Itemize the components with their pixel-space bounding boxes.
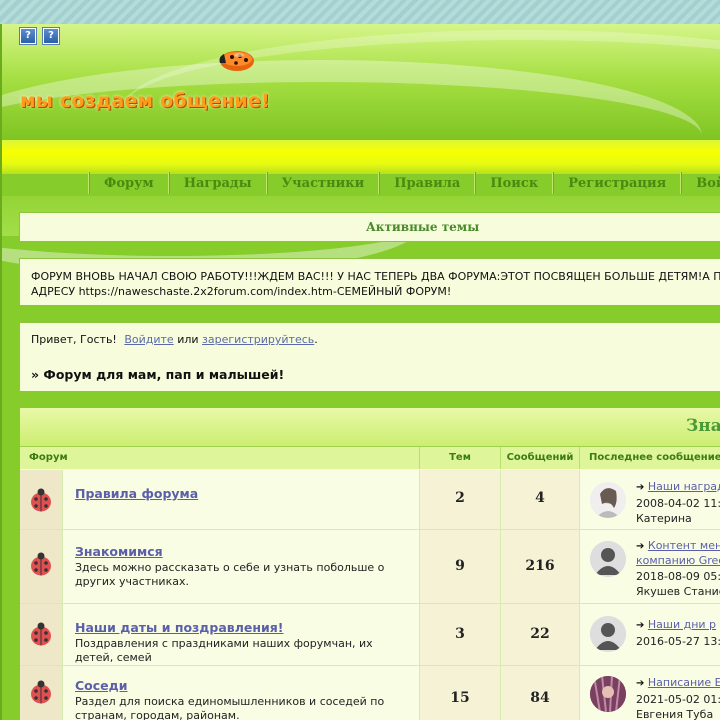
last-post-user[interactable]: Катерина (636, 512, 692, 525)
topics-count: 2 (455, 490, 465, 506)
topics-count-cell: 3 (420, 604, 501, 665)
ladybug-forum-icon (31, 488, 51, 512)
greeting-or-text: или (177, 333, 199, 346)
last-post-link[interactable]: ➔ Контент мен компанию Gree (636, 539, 720, 568)
last-post-cell: ➔ Написание Е 2021-05-02 01: Евгения Туб… (580, 666, 720, 720)
posts-count: 84 (530, 690, 550, 706)
announcement-box: ФОРУМ ВНОВЬ НАЧАЛ СВОЮ РАБОТУ!!!ЖДЕМ ВАС… (19, 258, 720, 306)
last-post-date: 2018-08-09 05: (636, 570, 720, 583)
greeting-period: . (314, 333, 318, 346)
category-title[interactable]: Знак (686, 416, 720, 436)
nav-item-search[interactable]: Поиск (476, 174, 552, 194)
topics-count: 9 (455, 558, 465, 574)
column-header-forum: Форум (20, 447, 420, 469)
forum-link[interactable]: Правила форума (75, 486, 198, 501)
column-header-last-post: Последнее сообщение (580, 447, 720, 469)
forum-name-cell: Наши даты и поздравления! Поздравления с… (63, 604, 420, 665)
forum-icon-cell (20, 470, 63, 529)
last-post-date: 2021-05-02 01: (636, 693, 720, 706)
forum-title: » Форум для мам, пап и малышей! (31, 367, 285, 382)
forum-row: Правила форума 2 4 ➔ Наши наград 2008-04… (20, 470, 720, 530)
last-post-link[interactable]: ➔ Наши наград (636, 480, 720, 495)
header-yellow-bar (2, 140, 720, 174)
forum-link[interactable]: Соседи (75, 678, 128, 693)
last-post-cell: ➔ Наши наград 2008-04-02 11: Катерина (580, 470, 720, 529)
login-link[interactable]: Войдите (124, 333, 173, 346)
last-post-cell: ➔ Наши дни р 2016-05-27 13: (580, 604, 720, 665)
column-header-posts: Сообщений (501, 447, 580, 469)
ladybug-forum-icon (31, 680, 51, 704)
ladybug-logo-icon (219, 51, 254, 71)
help-icon[interactable]: ? (43, 28, 59, 44)
forum-name-cell: Соседи Раздел для поиска единомышленнико… (63, 666, 420, 720)
posts-count-cell: 4 (501, 470, 580, 529)
forum-description: Раздел для поиска единомышленников и сос… (75, 695, 385, 720)
nav-item-rules[interactable]: Правила (380, 174, 474, 194)
avatar[interactable] (590, 616, 626, 652)
topics-count-cell: 2 (420, 470, 501, 529)
greeting-line: Привет, Гость! Войдите или зарегистрируй… (31, 333, 318, 346)
forum-description: Здесь можно рассказать о себе и узнать п… (75, 561, 385, 588)
forum-name-cell: Знакомимся Здесь можно рассказать о себе… (63, 530, 420, 603)
category-header: Знак (20, 408, 720, 447)
last-post-user[interactable]: Евгения Туба (636, 708, 713, 720)
announcement-line: АДРЕСУ https://naweschaste.2x2forum.com/… (31, 285, 452, 298)
forum-icon-cell (20, 666, 63, 720)
last-post-link[interactable]: ➔ Написание Е (636, 676, 720, 691)
avatar[interactable] (590, 541, 626, 577)
top-decorative-strip (0, 0, 720, 24)
arrow-right-icon: ➔ (636, 541, 645, 552)
arrow-right-icon: ➔ (636, 678, 645, 689)
ladybug-forum-icon (31, 552, 51, 576)
forum-header: ? ? мы создаем общение! (2, 24, 720, 144)
announcement-line: ФОРУМ ВНОВЬ НАЧАЛ СВОЮ РАБОТУ!!!ЖДЕМ ВАС… (31, 270, 720, 283)
topics-count-cell: 15 (420, 666, 501, 720)
topics-count: 15 (450, 690, 470, 706)
last-post-date: 2008-04-02 11: (636, 497, 720, 510)
register-link[interactable]: зарегистрируйтесь (202, 333, 314, 346)
forum-link[interactable]: Наши даты и поздравления! (75, 620, 283, 635)
last-post-date: 2016-05-27 13: (636, 635, 720, 648)
forum-icon-cell (20, 604, 63, 665)
greeting-text: Привет, Гость! (31, 333, 117, 346)
greeting-box: Привет, Гость! Войдите или зарегистрируй… (19, 322, 720, 392)
active-topics-link[interactable]: Активные темы (276, 213, 720, 241)
posts-count-cell: 22 (501, 604, 580, 665)
avatar[interactable] (590, 676, 626, 712)
forum-row: Соседи Раздел для поиска единомышленнико… (20, 666, 720, 720)
last-post-link[interactable]: ➔ Наши дни р (636, 618, 716, 633)
site-slogan: мы создаем общение! (20, 90, 270, 112)
forum-row: Наши даты и поздравления! Поздравления с… (20, 604, 720, 666)
avatar[interactable] (590, 482, 626, 518)
forum-icon-cell (20, 530, 63, 603)
nav-item-login[interactable]: Войт (682, 174, 720, 194)
arrow-right-icon: ➔ (636, 620, 645, 631)
forum-row: Знакомимся Здесь можно рассказать о себе… (20, 530, 720, 604)
posts-count-cell: 84 (501, 666, 580, 720)
forum-link[interactable]: Знакомимся (75, 544, 163, 559)
column-header-topics: Тем (420, 447, 501, 469)
forum-category-table: Знак Форум Тем Сообщений Последнее сообщ… (19, 407, 720, 720)
active-topics-bar: Активные темы (19, 212, 720, 242)
posts-count: 4 (535, 490, 545, 506)
forum-name-cell: Правила форума (63, 470, 420, 529)
last-post-cell: ➔ Контент мен компанию Gree 2018-08-09 05… (580, 530, 720, 603)
arrow-right-icon: ➔ (636, 482, 645, 493)
nav-item-register[interactable]: Регистрация (554, 174, 680, 194)
help-icon[interactable]: ? (20, 28, 36, 44)
posts-count-cell: 216 (501, 530, 580, 603)
ladybug-forum-icon (31, 622, 51, 646)
forum-description: Поздравления с праздниками наших форумча… (75, 637, 373, 664)
last-post-user[interactable]: Якушев Станис (636, 585, 720, 598)
topics-count: 3 (455, 626, 465, 642)
topics-count-cell: 9 (420, 530, 501, 603)
posts-count: 216 (525, 558, 555, 574)
posts-count: 22 (530, 626, 550, 642)
forum-page: ? ? мы создаем общение! Форум Награды Учас… (0, 24, 720, 720)
